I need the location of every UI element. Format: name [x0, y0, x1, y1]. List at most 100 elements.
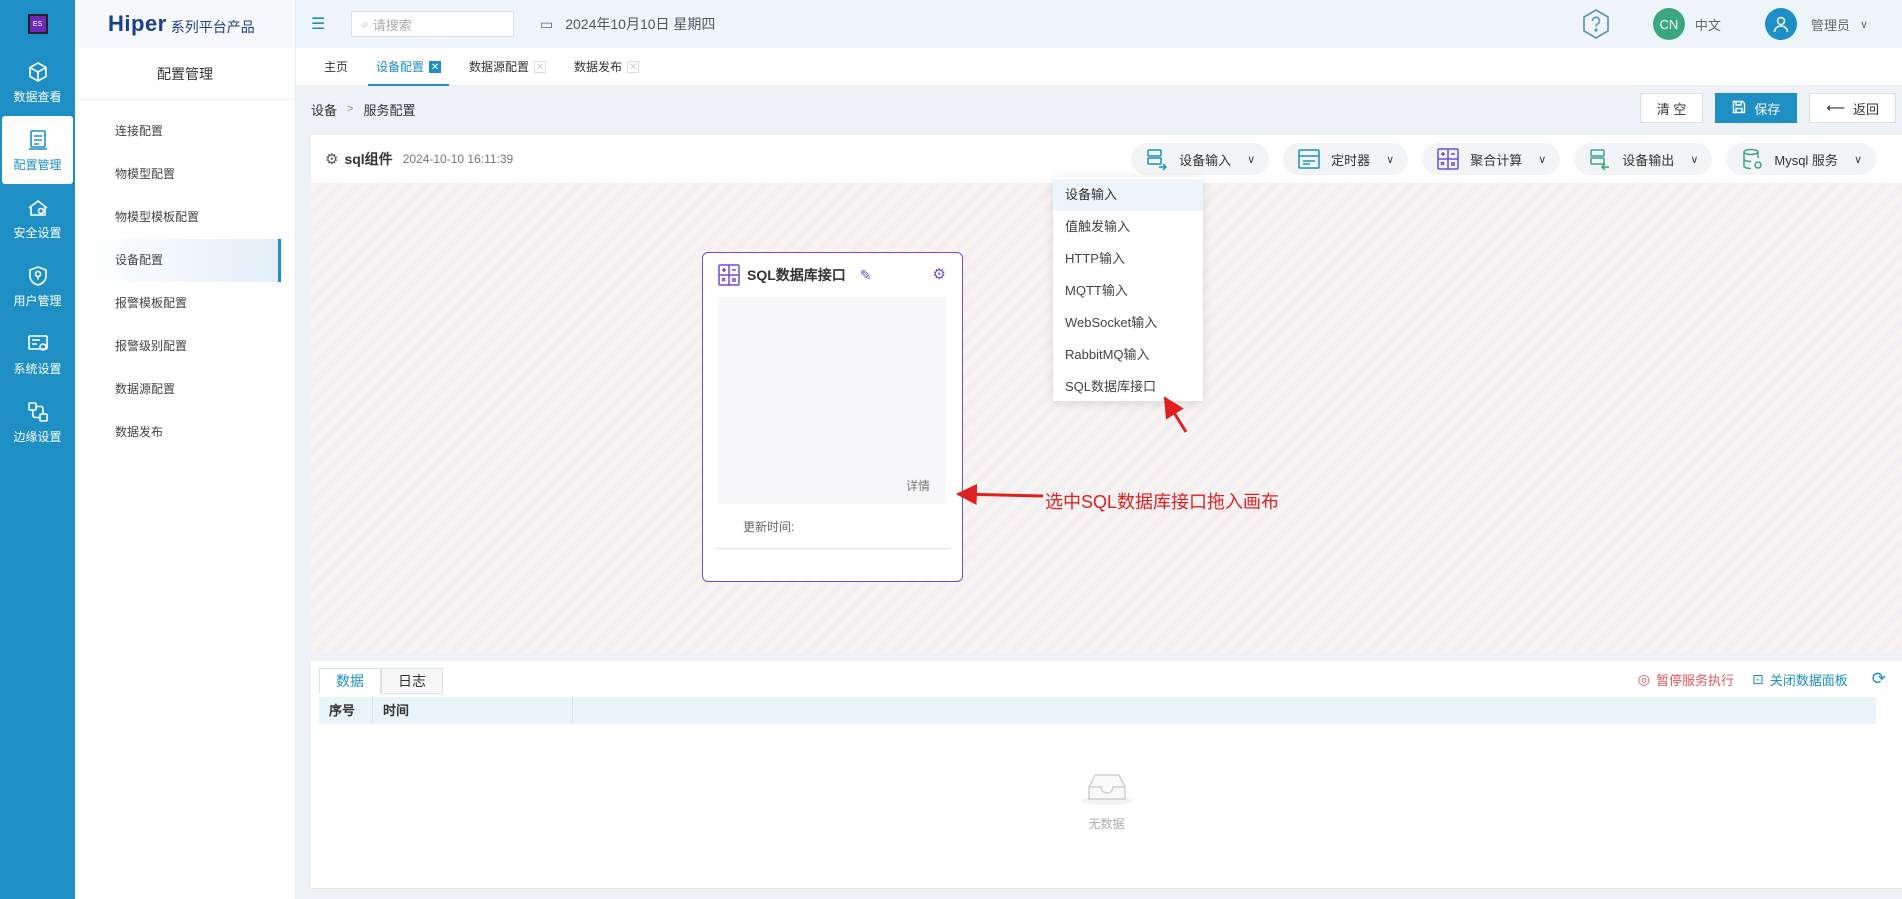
device-input-dropdown: 设备输入 值触发输入 HTTP输入 MQTT输入 WebSocket输入 Rab…: [1053, 177, 1203, 401]
annotation-text: 选中SQL数据库接口拖入画布: [1045, 492, 1280, 512]
close-data-panel-button[interactable]: ⊡ 关闭数据面板: [1752, 670, 1848, 689]
help-icon[interactable]: [1579, 7, 1613, 41]
tab-home[interactable]: 主页: [310, 48, 362, 86]
close-icon[interactable]: ✕: [534, 60, 547, 73]
rail-item-label: 安全设置: [13, 225, 62, 240]
group-device-output[interactable]: 设备输出 ∨: [1574, 143, 1713, 175]
calc-icon: [718, 264, 740, 286]
group-label: Mysql 服务: [1774, 152, 1838, 168]
rail-item-security[interactable]: 安全设置: [0, 184, 75, 252]
sidebar-item-thing-model[interactable]: 物模型配置: [83, 153, 281, 196]
sidebar-title: 配置管理: [75, 48, 295, 100]
gear-icon[interactable]: ⚙: [325, 150, 338, 168]
close-icon[interactable]: ✕: [627, 60, 640, 73]
tab-data[interactable]: 数据: [319, 668, 381, 694]
data-table-header: 序号 时间: [319, 697, 1876, 724]
search-input[interactable]: ⌕ 请搜索: [351, 11, 514, 37]
empty-state: 无数据: [311, 767, 1902, 832]
user-avatar[interactable]: [1764, 8, 1797, 40]
breadcrumb-separator-icon: >: [347, 103, 354, 115]
dropdown-item-http[interactable]: HTTP输入: [1053, 243, 1203, 275]
gear-icon[interactable]: ⚙: [933, 265, 946, 283]
pause-service-label: 暂停服务执行: [1655, 672, 1734, 688]
search-icon: ⌕: [362, 16, 369, 31]
dropdown-item-device-input[interactable]: 设备输入: [1053, 179, 1203, 211]
sidebar-item-datasource[interactable]: 数据源配置: [83, 368, 281, 411]
refresh-icon[interactable]: ⟳: [1872, 669, 1886, 689]
node-update-time: 更新时间:: [743, 520, 795, 534]
data-panel: 数据 日志 ◎ 暂停服务执行 ⊡ 关闭数据面板 ⟳ 序号 时间 无数据: [311, 661, 1902, 889]
dropdown-item-sql[interactable]: SQL数据库接口: [1053, 371, 1203, 403]
dropdown-item-mqtt[interactable]: MQTT输入: [1053, 275, 1203, 307]
tab-data-publish[interactable]: 数据发布 ✕: [560, 48, 653, 86]
chevron-down-icon[interactable]: ∨: [1860, 18, 1868, 31]
device-output-icon: [1590, 149, 1610, 171]
save-icon: [1732, 100, 1746, 117]
tab-device-config[interactable]: 设备配置 ✕: [362, 48, 455, 86]
rail-item-label: 用户管理: [13, 293, 62, 308]
tab-label: 数据发布: [574, 60, 623, 74]
language-label[interactable]: 中文: [1695, 15, 1721, 34]
rail-item-edge[interactable]: 边缘设置: [0, 388, 75, 456]
config-icon: [28, 129, 47, 150]
edit-icon[interactable]: ✎: [860, 267, 872, 284]
brand-subtitle: 系列平台产品: [170, 18, 255, 35]
user-name[interactable]: 管理员: [1811, 15, 1850, 34]
group-timer[interactable]: 定时器 ∨: [1283, 143, 1409, 175]
empty-text: 无数据: [1088, 817, 1125, 831]
calc-icon: [1437, 148, 1459, 170]
clear-button-label: 清 空: [1656, 101, 1687, 117]
tab-label: 数据源配置: [469, 60, 530, 74]
rail-item-label: 边缘设置: [13, 429, 62, 444]
save-button[interactable]: 保存: [1715, 93, 1798, 123]
rail-item-config[interactable]: 配置管理: [2, 116, 73, 184]
node-divider: [715, 548, 950, 549]
pause-service-button[interactable]: ◎ 暂停服务执行: [1638, 670, 1734, 689]
dropdown-item-websocket[interactable]: WebSocket输入: [1053, 307, 1203, 339]
breadcrumb-row: 设备 > 服务配置 清 空 保存 ⟵ 返回: [296, 86, 1902, 132]
clear-button[interactable]: 清 空: [1639, 93, 1704, 123]
page-tabs: 主页 设备配置 ✕ 数据源配置 ✕ 数据发布 ✕: [296, 48, 1902, 86]
dropdown-item-value-trigger[interactable]: 值触发输入: [1053, 211, 1203, 243]
group-label: 设备输入: [1179, 152, 1232, 168]
tab-log[interactable]: 日志: [381, 668, 443, 694]
column-header-time: 时间: [373, 697, 573, 724]
group-device-input[interactable]: 设备输入 ∨: [1131, 143, 1270, 175]
back-button[interactable]: ⟵ 返回: [1809, 93, 1896, 123]
brand-name: Hiper: [108, 11, 167, 36]
timer-icon: [1298, 149, 1320, 169]
app-logo-icon: ES: [27, 14, 48, 34]
sidebar-item-device[interactable]: 设备配置: [83, 239, 281, 282]
sidebar-menu: 连接配置 物模型配置 物模型模板配置 设备配置 报警模板配置 报警级别配置 数据…: [75, 100, 295, 454]
tab-datasource-config[interactable]: 数据源配置 ✕: [455, 48, 560, 86]
rail-item-system[interactable]: 系统设置: [0, 320, 75, 388]
group-mysql-service[interactable]: Mysql 服务 ∨: [1726, 143, 1876, 175]
close-icon[interactable]: ✕: [429, 60, 442, 73]
breadcrumb-current: 服务配置: [363, 102, 416, 118]
data-panel-actions: ◎ 暂停服务执行 ⊡ 关闭数据面板 ⟳: [1620, 669, 1886, 689]
group-aggregate[interactable]: 聚合计算 ∨: [1422, 143, 1561, 175]
sidebar-item-alarm-level[interactable]: 报警级别配置: [83, 325, 281, 368]
rail-item-label: 系统设置: [13, 361, 62, 376]
brand: Hiper 系列平台产品: [75, 0, 295, 48]
sidebar-item-alarm-template[interactable]: 报警模板配置: [83, 282, 281, 325]
date-text: 2024年10月10日 星期四: [565, 16, 716, 32]
header-right: CN 中文 管理员 ∨: [1579, 0, 1902, 48]
column-header-index: 序号: [319, 697, 373, 724]
menu-toggle-icon[interactable]: ☰: [311, 14, 331, 34]
sidebar-item-connection[interactable]: 连接配置: [83, 110, 281, 153]
date-display: ▭ 2024年10月10日 星期四: [540, 14, 715, 34]
security-icon: [28, 199, 47, 216]
app-logo[interactable]: ES: [0, 0, 75, 48]
chevron-down-icon: ∨: [1247, 153, 1256, 166]
rail-item-users[interactable]: 用户管理: [0, 252, 75, 320]
dropdown-item-rabbitmq[interactable]: RabbitMQ输入: [1053, 339, 1203, 371]
rail-item-data-view[interactable]: 数据查看: [0, 48, 75, 116]
sidebar-item-thing-template[interactable]: 物模型模板配置: [83, 196, 281, 239]
sidebar-item-publish[interactable]: 数据发布: [83, 411, 281, 454]
sql-node-card[interactable]: SQL数据库接口 ✎ ⚙ 详情 更新时间:: [702, 252, 963, 582]
breadcrumb-root[interactable]: 设备: [311, 100, 337, 119]
back-button-label: 返回: [1852, 101, 1879, 117]
node-detail-link[interactable]: 详情: [906, 477, 930, 494]
language-avatar[interactable]: CN: [1652, 8, 1685, 40]
